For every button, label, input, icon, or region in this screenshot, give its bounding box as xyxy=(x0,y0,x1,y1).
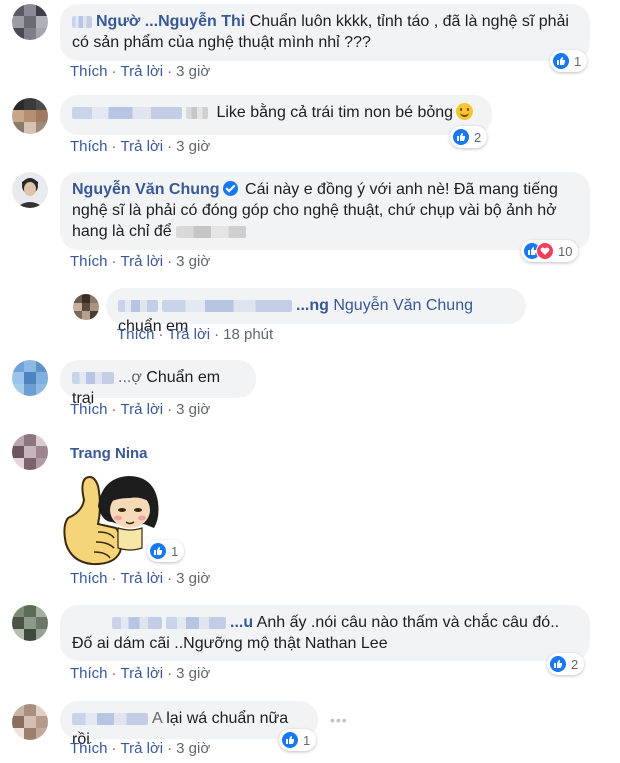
like-button[interactable]: Thích xyxy=(70,740,108,757)
avatar[interactable] xyxy=(12,98,48,134)
comment-bubble: A lại wá chuẩn nữa rồi xyxy=(60,701,318,748)
like-button[interactable]: Thích xyxy=(70,401,108,418)
like-reaction-icon xyxy=(452,128,470,146)
like-button[interactable]: Thích xyxy=(117,326,155,343)
comment-author[interactable]: Nguyễn Văn Chung xyxy=(72,181,220,198)
comment-author[interactable] xyxy=(112,616,162,629)
like-button[interactable]: Thích xyxy=(70,138,108,155)
avatar[interactable] xyxy=(73,294,99,320)
like-reaction-icon xyxy=(149,542,167,560)
comment-meta: Thích · Trả lời · 3 giờ xyxy=(70,665,211,682)
like-button[interactable]: Thích xyxy=(70,570,108,587)
love-reaction-icon xyxy=(536,242,554,260)
reply-button[interactable]: Trả lời xyxy=(121,401,164,418)
comment-author[interactable] xyxy=(72,106,182,119)
comment-author[interactable]: Ngườ ...Nguyễn Thi xyxy=(72,13,245,30)
comment-author[interactable] xyxy=(72,712,148,725)
comment-meta: Thích · Trả lời · 18 phút xyxy=(117,326,274,343)
avatar[interactable] xyxy=(12,605,48,641)
comment-time: 3 giờ xyxy=(176,138,211,155)
comment-time: 3 giờ xyxy=(176,401,211,418)
like-reaction-icon xyxy=(552,52,570,70)
avatar[interactable] xyxy=(12,4,48,40)
comment-meta: Thích · Trả lời · 3 giờ xyxy=(70,740,211,757)
reaction-count[interactable]: 2 xyxy=(450,126,488,148)
comment-time: 3 giờ xyxy=(176,740,211,757)
reply-bubble: ...ng Nguyễn Văn Chung chuẩn em xyxy=(106,288,526,335)
comment-bubble: ...u Anh ấy .nói câu nào thấm và chắc câ… xyxy=(60,605,590,661)
avatar[interactable] xyxy=(12,360,48,396)
verified-badge-icon xyxy=(222,181,238,196)
more-options-icon[interactable]: ••• xyxy=(330,712,348,728)
comment-time: 3 giờ xyxy=(176,570,211,587)
like-button[interactable]: Thích xyxy=(70,253,108,270)
avatar[interactable] xyxy=(12,434,48,470)
reply-button[interactable]: Trả lời xyxy=(121,665,164,682)
comment-bubble: ...ợ Chuẩn em trai xyxy=(60,360,256,407)
like-button[interactable]: Thích xyxy=(70,63,108,80)
like-button[interactable]: Thích xyxy=(70,665,108,682)
reaction-count[interactable]: 10 xyxy=(521,240,579,262)
comment-author[interactable]: ...ng xyxy=(118,297,329,314)
avatar[interactable] xyxy=(12,704,48,740)
reaction-count[interactable]: 1 xyxy=(550,50,588,72)
comment-time: 18 phút xyxy=(223,326,274,343)
comment-time: 3 giờ xyxy=(176,63,211,80)
smiley-emoji-icon xyxy=(456,103,474,120)
comment-bubble: Like bằng cả trái tim non bé bỏng xyxy=(60,95,492,135)
reaction-count[interactable]: 1 xyxy=(147,540,185,562)
comment-meta: Thích · Trả lời · 3 giờ xyxy=(70,253,211,270)
avatar[interactable] xyxy=(12,172,48,208)
reaction-count[interactable]: 2 xyxy=(547,653,585,675)
reply-button[interactable]: Trả lời xyxy=(121,570,164,587)
reply-button[interactable]: Trả lời xyxy=(121,63,164,80)
like-reaction-icon xyxy=(549,655,567,673)
comment-meta: Thích · Trả lời · 3 giờ xyxy=(70,401,211,418)
comment-author[interactable] xyxy=(72,371,114,384)
reply-button[interactable]: Trả lời xyxy=(121,253,164,270)
comment-meta: Thích · Trả lời · 3 giờ xyxy=(70,138,211,155)
comment-author[interactable]: Trang Nina xyxy=(70,445,148,462)
comment-bubble: Ngườ ...Nguyễn Thi Chuẩn luôn kkkk, tỉnh… xyxy=(60,4,590,61)
comment-time: 3 giờ xyxy=(176,665,211,682)
like-reaction-icon xyxy=(281,731,299,749)
reply-button[interactable]: Trả lời xyxy=(121,740,164,757)
mention-link[interactable]: Nguyễn Văn Chung xyxy=(333,297,473,314)
comment-text: Like bằng cả trái tim non bé bỏng xyxy=(216,104,454,121)
comment-time: 3 giờ xyxy=(176,253,211,270)
reply-button[interactable]: Trả lời xyxy=(168,326,211,343)
comment-bubble: Nguyễn Văn Chung Cái này e đồng ý với an… xyxy=(60,172,590,250)
reaction-count[interactable]: 1 xyxy=(279,729,317,751)
reply-button[interactable]: Trả lời xyxy=(121,138,164,155)
comment-meta: Thích · Trả lời · 3 giờ xyxy=(70,570,211,587)
comment-meta: Thích · Trả lời · 3 giờ xyxy=(70,63,211,80)
